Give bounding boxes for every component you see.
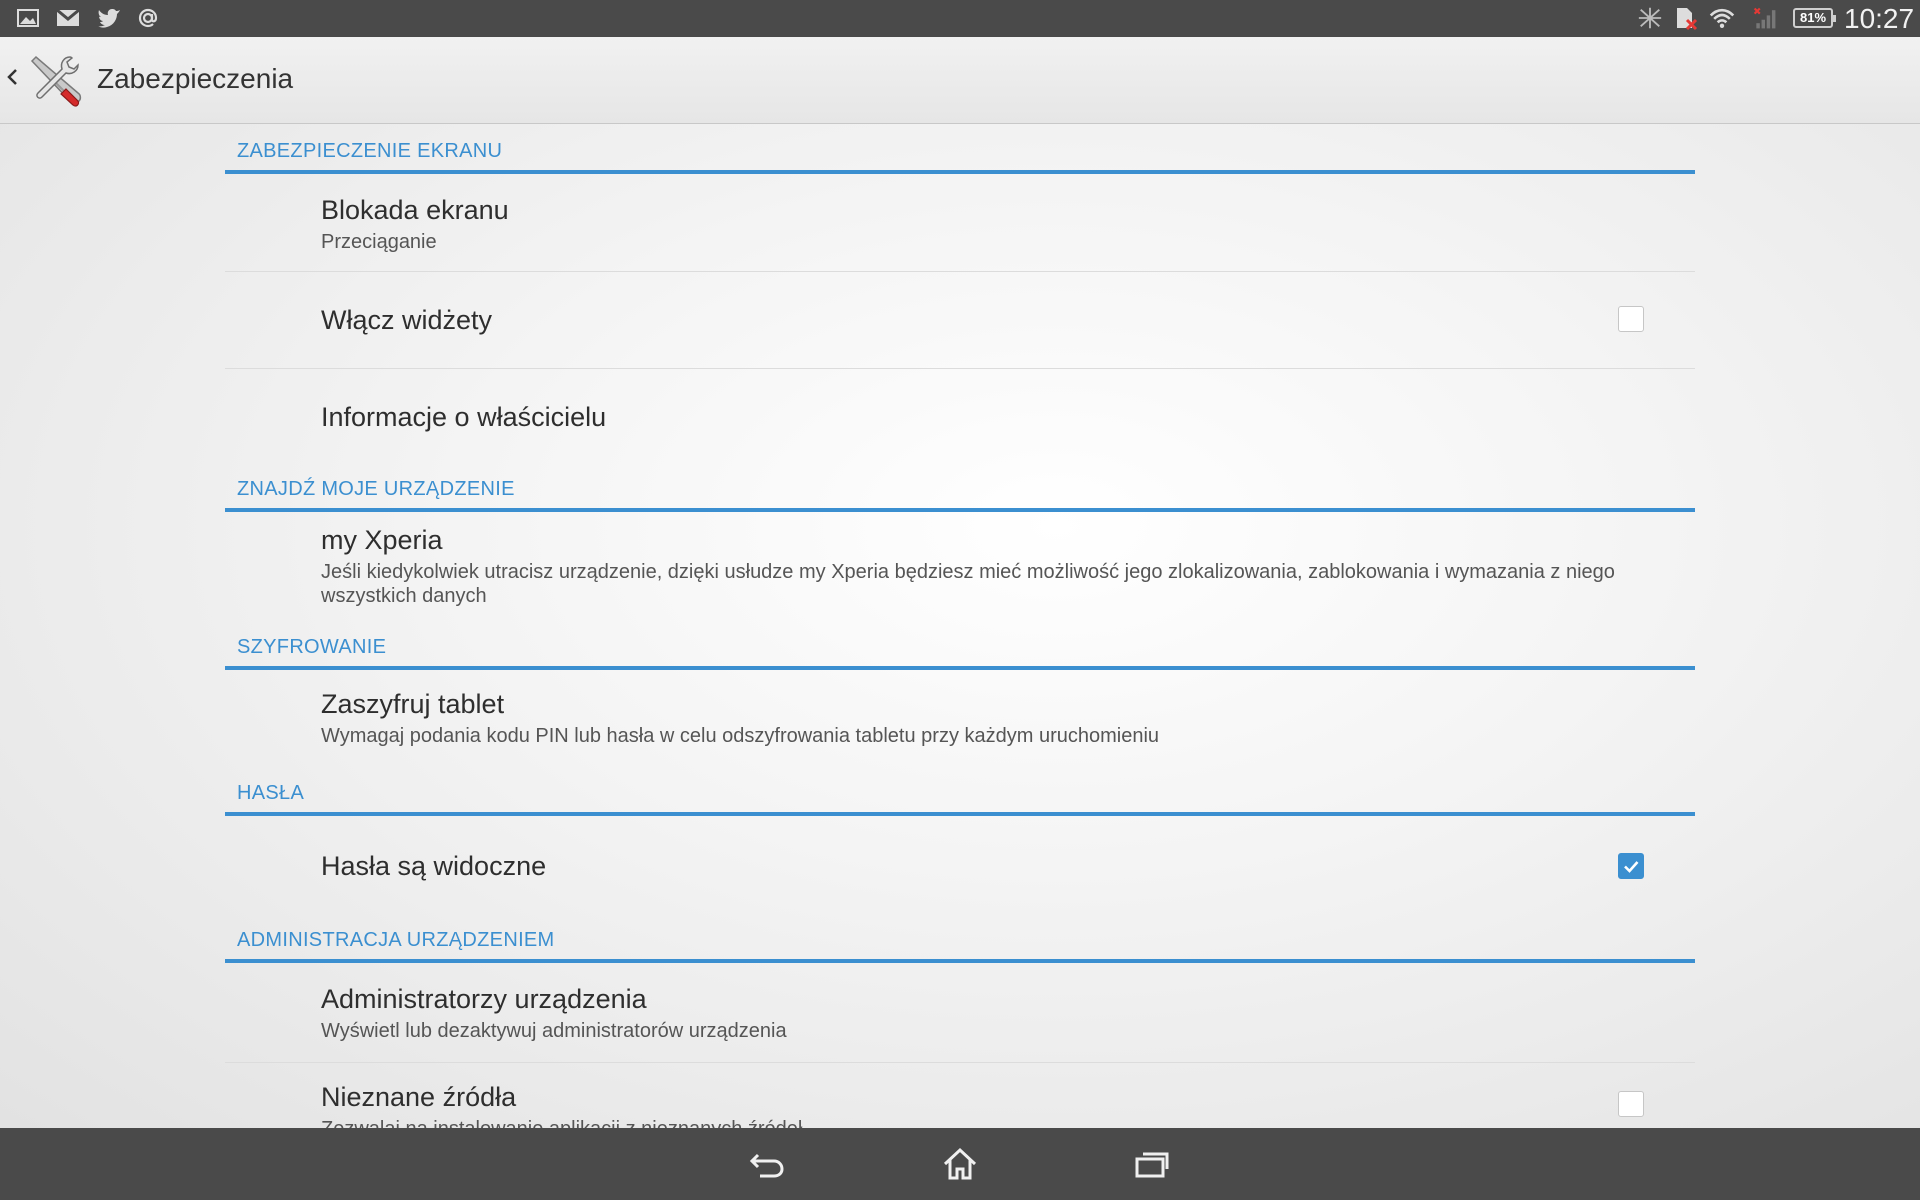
section-header-label: ZABEZPIECZENIE EKRANU xyxy=(237,140,503,162)
section-header-label: SZYFROWANIE xyxy=(237,636,387,658)
action-bar: Zabezpieczenia xyxy=(0,37,1920,124)
battery-level: 81% xyxy=(1799,10,1827,25)
nfc-off-icon xyxy=(1637,5,1663,31)
setting-subtitle: Wyświetl lub dezaktywuj administratorów … xyxy=(321,1020,787,1042)
setting-title: Włącz widżety xyxy=(321,305,493,335)
setting-title: Informacje o właścicielu xyxy=(321,402,607,432)
setting-screen-lock[interactable]: Blokada ekranu Przeciąganie xyxy=(225,174,1695,272)
section-header-passwords: HASŁA xyxy=(225,770,1695,816)
setting-title: Zaszyfruj tablet xyxy=(321,689,505,719)
setting-title: Nieznane źródła xyxy=(321,1082,517,1112)
gallery-icon xyxy=(15,5,41,31)
section-header-label: HASŁA xyxy=(237,782,305,804)
settings-content[interactable]: ZABEZPIECZENIE EKRANU Blokada ekranu Prz… xyxy=(0,124,1920,1128)
section-header-find-my-device: ZNAJDŹ MOJE URZĄDZENIE xyxy=(225,465,1695,512)
setting-subtitle: Przeciąganie xyxy=(321,231,437,253)
setting-subtitle: Zezwalaj na instalowanie aplikacji z nie… xyxy=(321,1117,1651,1128)
wifi-icon xyxy=(1709,5,1735,31)
clock: 10:27 xyxy=(1844,3,1915,34)
setting-title: Administratorzy urządzenia xyxy=(321,984,647,1014)
sim-error-icon xyxy=(1672,5,1698,31)
setting-passwords-visible[interactable]: Hasła są widoczne xyxy=(225,816,1695,916)
section-header-encryption: SZYFROWANIE xyxy=(225,623,1695,670)
setting-title: Blokada ekranu xyxy=(321,195,509,225)
enable-widgets-checkbox[interactable] xyxy=(1618,306,1644,332)
passwords-visible-checkbox[interactable] xyxy=(1618,853,1644,879)
signal-icon xyxy=(1752,5,1778,31)
setting-enable-widgets[interactable]: Włącz widżety xyxy=(225,272,1695,369)
section-header-device-administration: ADMINISTRACJA URZĄDZENIEM xyxy=(225,916,1695,963)
tools-icon[interactable] xyxy=(24,49,86,111)
battery-indicator: 81% xyxy=(1793,8,1836,28)
setting-subtitle: Wymagaj podania kodu PIN lub hasła w cel… xyxy=(321,725,1160,747)
setting-subtitle: Jeśli kiedykolwiek utracisz urządzenie, … xyxy=(321,561,1615,607)
section-header-label: ZNAJDŹ MOJE URZĄDZENIE xyxy=(237,478,515,500)
chevron-left-icon[interactable] xyxy=(4,61,20,93)
setting-device-administrators[interactable]: Administratorzy urządzenia Wyświetl lub … xyxy=(225,963,1695,1063)
home-icon[interactable] xyxy=(938,1144,982,1184)
navigation-bar xyxy=(0,1128,1920,1200)
section-header-label: ADMINISTRACJA URZĄDZENIEM xyxy=(237,929,555,951)
page-title: Zabezpieczenia xyxy=(97,63,294,94)
setting-owner-info[interactable]: Informacje o właścicielu xyxy=(225,369,1695,465)
at-email-icon xyxy=(135,5,161,31)
section-header-screen-security: ZABEZPIECZENIE EKRANU xyxy=(225,124,1695,174)
twitter-icon xyxy=(96,5,122,31)
setting-title: Hasła są widoczne xyxy=(321,851,547,881)
status-bar: 81% 10:27 xyxy=(0,0,1920,37)
gmail-icon xyxy=(55,5,81,31)
settings-list: ZABEZPIECZENIE EKRANU Blokada ekranu Prz… xyxy=(225,124,1695,1128)
recent-apps-icon[interactable] xyxy=(1130,1144,1174,1184)
unknown-sources-checkbox[interactable] xyxy=(1618,1091,1644,1117)
setting-my-xperia[interactable]: my Xperia Jeśli kiedykolwiek utracisz ur… xyxy=(225,512,1695,623)
setting-title: my Xperia xyxy=(321,525,443,555)
setting-unknown-sources[interactable]: Nieznane źródła Zezwalaj na instalowanie… xyxy=(225,1063,1695,1128)
back-icon[interactable] xyxy=(746,1144,790,1184)
setting-encrypt-tablet[interactable]: Zaszyfruj tablet Wymagaj podania kodu PI… xyxy=(225,670,1695,770)
